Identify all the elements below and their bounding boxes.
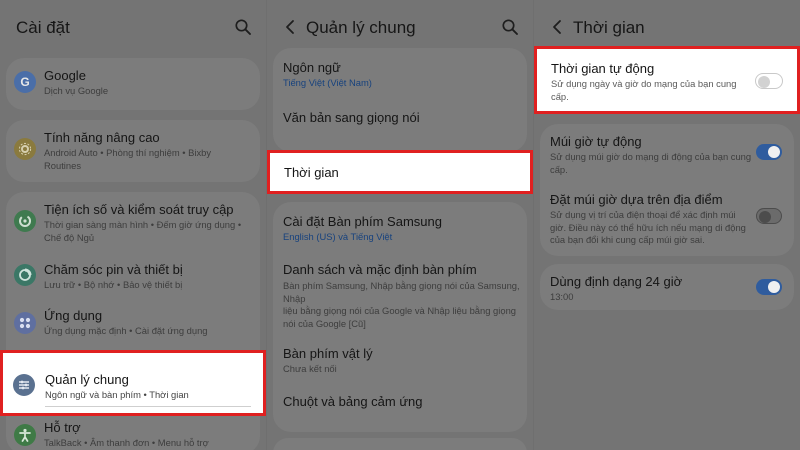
automatic-time-toggle[interactable] [755, 73, 783, 89]
item-label: Cài đặt Bàn phím Samsung [283, 214, 442, 229]
automatic-timezone-toggle[interactable] [756, 144, 782, 160]
language-card: Ngôn ngữ Tiếng Việt (Việt Nam) Văn bản s… [273, 48, 527, 152]
apps-icon [14, 312, 36, 334]
item-label: Bàn phím vật lý [283, 346, 373, 361]
item-subtitle: Thời gian sàng màn hình • Đếm giờ ứng dụ… [44, 219, 242, 243]
general-management-panel: Quản lý chung Ngôn ngữ Tiếng Việt (Việt … [267, 0, 533, 450]
settings-item-advanced-features[interactable]: Tính năng nâng cao Android Auto • Phòng … [6, 120, 260, 182]
next-card [273, 438, 527, 450]
page-title: Cài đặt [16, 18, 70, 37]
item-subtitle: English (US) và Tiếng Việt [283, 231, 393, 242]
item-subtitle: Android Auto • Phòng thí nghiệm • Bixby … [44, 147, 212, 171]
settings-item-digital-wellbeing[interactable]: Tiện ích số và kiểm soát truy cập Thời g… [6, 192, 260, 256]
item-keyboard-list[interactable]: Danh sách và mặc định bàn phím Bàn phím … [273, 252, 527, 330]
time-format-card: Dùng định dạng 24 giờ 13:00 [540, 264, 794, 310]
page-title: Thời gian [573, 18, 645, 37]
item-label: Văn bản sang giọng nói [283, 110, 420, 125]
search-icon[interactable] [501, 18, 519, 36]
accessibility-icon [14, 424, 36, 446]
google-card: G Google Dịch vụ Google [6, 58, 260, 110]
item-label: Hỗ trợ [44, 420, 81, 435]
24-hour-toggle[interactable] [756, 279, 782, 295]
item-label: Múi giờ tự động [550, 134, 642, 149]
item-subtitle: TalkBack • Âm thanh đơn • Menu hỗ trợ [44, 437, 209, 448]
item-automatic-timezone[interactable]: Múi giờ tự động Sử dụng múi giờ do mạng … [540, 124, 794, 176]
advanced-card: Tính năng nâng cao Android Auto • Phòng … [6, 120, 260, 182]
item-subtitle: Bàn phím Samsung, Nhập bằng giọng nói củ… [283, 280, 520, 329]
item-label: Ngôn ngữ [283, 60, 341, 75]
date-time-panel: Thời gian Thời gian tự động Sử dụng ngày… [534, 0, 800, 450]
item-subtitle: Sử dụng vị trí của điện thoại để xác địn… [550, 209, 746, 245]
item-subtitle: Tiếng Việt (Việt Nam) [283, 77, 372, 88]
settings-item-google[interactable]: G Google Dịch vụ Google [6, 58, 260, 110]
location-timezone-toggle[interactable] [756, 208, 782, 224]
item-subtitle: 13:00 [550, 291, 574, 302]
digital-wellbeing-icon [14, 210, 36, 232]
item-label: Danh sách và mặc định bàn phím [283, 262, 477, 277]
item-samsung-keyboard[interactable]: Cài đặt Bàn phím Samsung English (US) và… [273, 202, 527, 248]
item-location-timezone[interactable]: Đặt múi giờ dựa trên địa điểm Sử dụng vị… [540, 186, 794, 252]
item-automatic-time[interactable]: Thời gian tự động Sử dụng ngày và giờ do… [534, 46, 800, 114]
item-subtitle: Dịch vụ Google [44, 85, 109, 96]
item-subtitle: Lưu trữ • Bộ nhớ • Bảo vệ thiết bị [44, 279, 183, 290]
settings-item-general-management[interactable]: Quản lý chung Ngôn ngữ và bàn phím • Thờ… [0, 350, 266, 416]
item-physical-keyboard[interactable]: Bàn phím vật lý Chưa kết nối [273, 338, 527, 380]
item-date-time[interactable]: Thời gian [267, 150, 533, 194]
device-care-icon [14, 264, 36, 286]
item-label: Tiện ích số và kiểm soát truy cập [44, 202, 234, 217]
keyboard-card: Cài đặt Bàn phím Samsung English (US) và… [273, 202, 527, 432]
item-label: Google [44, 68, 86, 83]
item-language[interactable]: Ngôn ngữ Tiếng Việt (Việt Nam) [273, 48, 527, 98]
item-label: Thời gian [284, 165, 339, 180]
item-label: Ứng dụng [44, 308, 103, 323]
item-label: Chuột và bảng cảm ứng [283, 394, 423, 409]
advanced-features-icon [14, 138, 36, 160]
settings-header: Cài đặt [0, 0, 266, 56]
item-subtitle: Ứng dụng mặc định • Cài đặt ứng dụng [44, 325, 208, 336]
settings-item-device-care[interactable]: Chăm sóc pin và thiết bị Lưu trữ • Bộ nh… [6, 256, 260, 308]
item-label: Thời gian tự động [551, 61, 655, 76]
item-subtitle: Ngôn ngữ và bàn phím • Thời gian [45, 389, 189, 400]
item-text-to-speech[interactable]: Văn bản sang giọng nói [273, 100, 527, 140]
item-24-hour-format[interactable]: Dùng định dạng 24 giờ 13:00 [540, 264, 794, 310]
page-title: Quản lý chung [306, 18, 416, 37]
back-arrow-icon[interactable] [548, 17, 568, 37]
item-label: Quản lý chung [45, 372, 129, 387]
item-subtitle: Chưa kết nối [283, 363, 337, 374]
google-icon: G [14, 71, 36, 93]
item-label: Tính năng nâng cao [44, 130, 160, 145]
settings-panel: Cài đặt G Google Dịch vụ Google Tính năn… [0, 0, 266, 450]
divider [45, 406, 251, 407]
item-mouse-trackpad[interactable]: Chuột và bảng cảm ứng [273, 386, 527, 426]
item-label: Dùng định dạng 24 giờ [550, 274, 683, 289]
item-subtitle: Sử dụng múi giờ do mạng di động của bạn … [550, 151, 752, 175]
timezone-card: Múi giờ tự động Sử dụng múi giờ do mạng … [540, 124, 794, 256]
back-arrow-icon[interactable] [281, 17, 301, 37]
item-label: Đặt múi giờ dựa trên địa điểm [550, 192, 723, 207]
general-management-icon [13, 374, 35, 396]
item-subtitle: Sử dụng ngày và giờ do mạng của bạn cung… [551, 78, 737, 102]
search-icon[interactable] [234, 18, 252, 36]
item-label: Chăm sóc pin và thiết bị [44, 262, 183, 277]
